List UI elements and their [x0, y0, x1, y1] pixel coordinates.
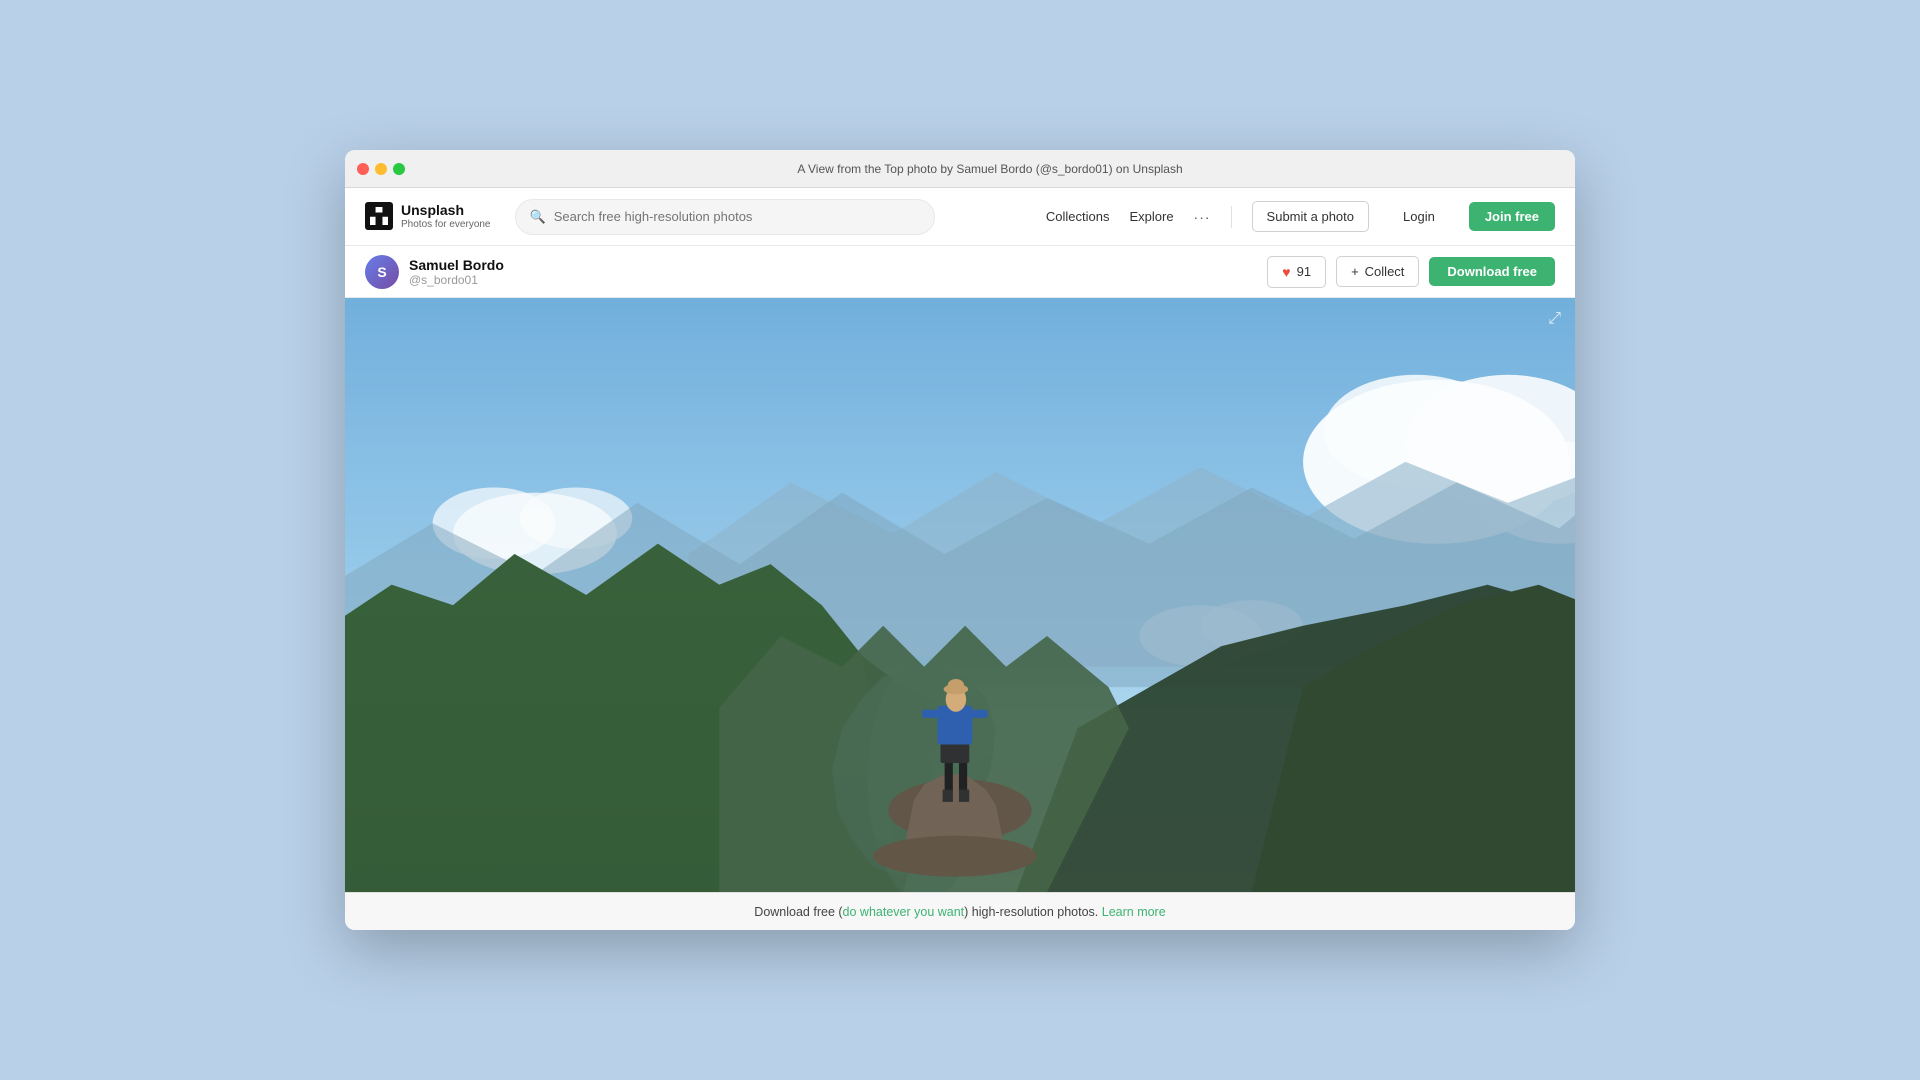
explore-link[interactable]: Explore [1129, 209, 1173, 224]
nav-links: Collections Explore ··· Submit a photo L… [1046, 201, 1555, 232]
logo-area[interactable]: Unsplash Photos for everyone [365, 202, 491, 231]
top-nav: Unsplash Photos for everyone 🔍 Collectio… [345, 188, 1575, 246]
photographer-handle: @s_bordo01 [409, 273, 504, 287]
browser-content: Unsplash Photos for everyone 🔍 Collectio… [345, 188, 1575, 930]
collect-label: Collect [1365, 264, 1405, 279]
submit-photo-button[interactable]: Submit a photo [1252, 201, 1369, 232]
photographer-info: S Samuel Bordo @s_bordo01 [365, 255, 504, 289]
search-icon: 🔍 [530, 209, 546, 225]
logo-name: Unsplash [401, 202, 491, 219]
unsplash-logo-icon [365, 202, 393, 230]
close-button[interactable] [357, 163, 369, 175]
logo-text: Unsplash Photos for everyone [401, 202, 491, 231]
more-menu[interactable]: ··· [1194, 209, 1211, 225]
collections-link[interactable]: Collections [1046, 209, 1110, 224]
minimize-button[interactable] [375, 163, 387, 175]
footer-learn-more-link[interactable]: Learn more [1102, 905, 1166, 919]
footer-text-before: Download free ( [754, 905, 842, 919]
logo-tagline: Photos for everyone [401, 219, 491, 231]
browser-window: A View from the Top photo by Samuel Bord… [345, 150, 1575, 930]
avatar[interactable]: S [365, 255, 399, 289]
like-button[interactable]: ♥ 91 [1267, 256, 1326, 288]
photographer-name[interactable]: Samuel Bordo [409, 257, 504, 273]
download-button[interactable]: Download free [1429, 257, 1555, 286]
footer-text-after: ) high-resolution photos. [964, 905, 1098, 919]
like-count: 91 [1297, 264, 1311, 279]
collect-button[interactable]: + Collect [1336, 256, 1419, 287]
plus-icon: + [1351, 264, 1359, 279]
maximize-button[interactable] [393, 163, 405, 175]
search-input[interactable] [554, 209, 920, 224]
photo-container: ⤢ [345, 298, 1575, 892]
footer-do-whatever-link[interactable]: do whatever you want [843, 905, 965, 919]
login-button[interactable]: Login [1389, 202, 1449, 231]
join-free-button[interactable]: Join free [1469, 202, 1555, 231]
title-bar: A View from the Top photo by Samuel Bord… [345, 150, 1575, 188]
heart-icon: ♥ [1282, 264, 1290, 280]
footer-bar: Download free ( do whatever you want ) h… [345, 892, 1575, 930]
photographer-details: Samuel Bordo @s_bordo01 [409, 257, 504, 287]
photo-info-bar: S Samuel Bordo @s_bordo01 ♥ 91 + Collect… [345, 246, 1575, 298]
search-box[interactable]: 🔍 [515, 199, 935, 235]
nav-divider [1231, 206, 1232, 228]
photo-scene [345, 298, 1575, 892]
page-title: A View from the Top photo by Samuel Bord… [417, 162, 1563, 176]
photo-actions: ♥ 91 + Collect Download free [1267, 256, 1555, 288]
traffic-lights [357, 163, 405, 175]
expand-icon[interactable]: ⤢ [1548, 310, 1561, 328]
